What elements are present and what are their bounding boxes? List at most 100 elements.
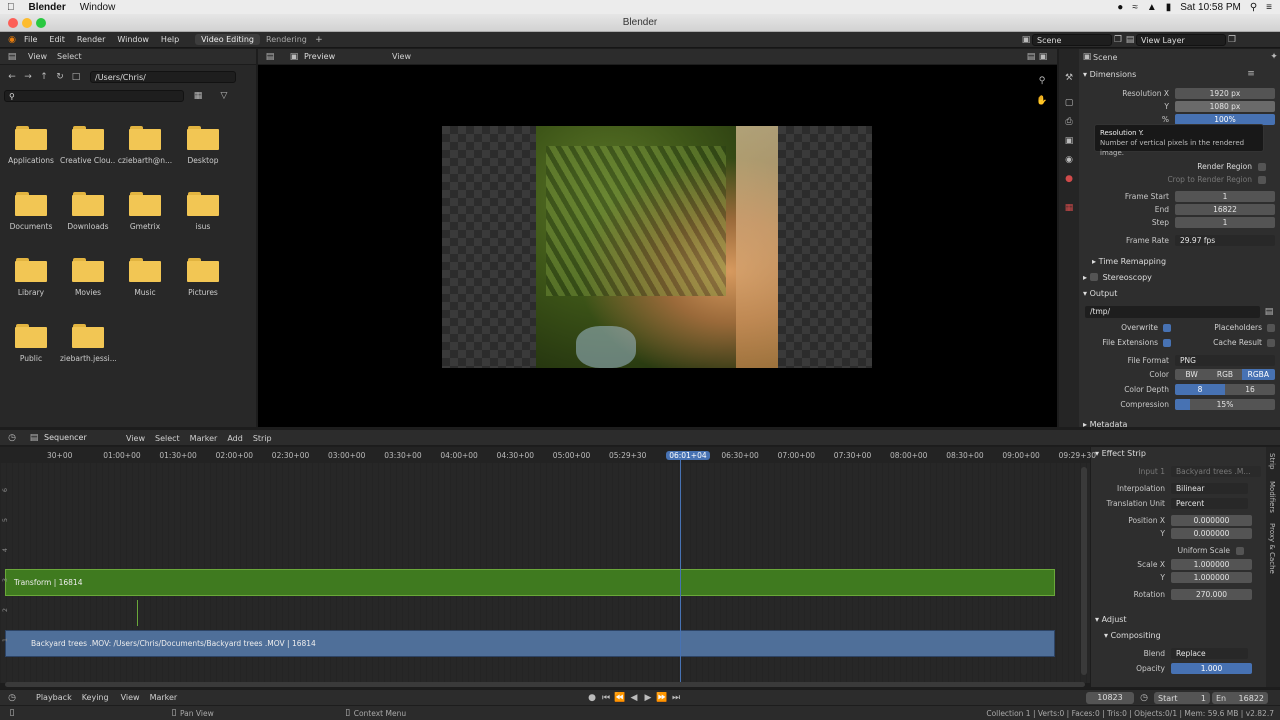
new-view-layer-icon[interactable]: ❐ xyxy=(1226,34,1238,46)
parent-dir-icon[interactable]: ↑ xyxy=(38,71,50,83)
folder-item[interactable]: ziebarth.jessi... xyxy=(60,324,116,363)
dimensions-header[interactable]: ▾ Dimensions xyxy=(1083,67,1136,81)
current-frame-indicator[interactable]: 06:01+04 xyxy=(666,451,710,460)
back-arrow-icon[interactable]: ← xyxy=(6,71,18,83)
folder-item[interactable]: Pictures xyxy=(175,258,231,297)
wifi-icon[interactable]: ≈ xyxy=(1132,2,1138,13)
gizmo-icon[interactable]: ▣ xyxy=(1037,51,1049,63)
scale-x-field[interactable]: 1.000000 xyxy=(1171,559,1252,570)
preview-menu-view[interactable]: View xyxy=(392,52,411,61)
render-tab-icon[interactable]: ▢ xyxy=(1063,97,1075,109)
folder-item[interactable]: Public xyxy=(3,324,59,363)
color-bw-button[interactable]: BW xyxy=(1175,369,1209,380)
scale-y-field[interactable]: 1.000000 xyxy=(1171,572,1252,583)
mac-window-menu[interactable]: Window xyxy=(73,2,123,13)
start-frame-field[interactable]: Start 1 xyxy=(1154,692,1210,704)
depth-8-button[interactable]: 8 xyxy=(1175,384,1225,395)
timeline-menu-keying[interactable]: Keying xyxy=(82,693,109,702)
output-tab-icon[interactable]: ⎙ xyxy=(1063,116,1075,128)
new-scene-icon[interactable]: ❐ xyxy=(1112,34,1124,46)
frame-step-field[interactable]: 1 xyxy=(1175,217,1275,228)
resolution-y-field[interactable]: 1080 px xyxy=(1175,101,1275,112)
add-workspace-icon[interactable]: + xyxy=(313,34,325,46)
frame-start-field[interactable]: 1 xyxy=(1175,191,1275,202)
seq-menu-select[interactable]: Select xyxy=(155,434,180,443)
render-region-checkbox[interactable] xyxy=(1258,162,1266,171)
sequencer-editor-icon[interactable]: ▤ xyxy=(28,432,40,444)
crop-region-checkbox[interactable] xyxy=(1258,175,1266,184)
adjust-header[interactable]: ▾ Adjust xyxy=(1095,612,1127,626)
view-layer-icon[interactable]: ▤ xyxy=(1124,34,1136,46)
compositing-header[interactable]: ▾ Compositing xyxy=(1104,628,1161,642)
preview-mode-icon[interactable]: ▣ xyxy=(288,51,300,63)
view-layer-selector[interactable]: View Layer xyxy=(1136,34,1226,46)
scene-icon[interactable]: ▣ xyxy=(1020,34,1032,46)
editor-type-icon[interactable]: ▤ xyxy=(264,51,276,63)
jump-start-icon[interactable]: ⏮ xyxy=(600,692,612,704)
blend-dropdown[interactable]: Replace xyxy=(1171,648,1248,659)
end-frame-field[interactable]: En 16822 xyxy=(1212,692,1268,704)
mic-icon[interactable]: ● xyxy=(1117,2,1123,13)
zoom-window-icon[interactable] xyxy=(36,18,46,28)
transform-strip[interactable]: Transform | 16814 xyxy=(5,569,1055,596)
tab-proxy-cache[interactable]: Proxy & Cache xyxy=(1268,523,1276,574)
timer-icon[interactable]: ◷ xyxy=(6,432,18,444)
tool-tab-icon[interactable]: ⚒ xyxy=(1063,72,1075,84)
folder-item[interactable]: Music xyxy=(117,258,173,297)
translation-unit-dropdown[interactable]: Percent xyxy=(1171,498,1248,509)
rotation-field[interactable]: 270.000 xyxy=(1171,589,1252,600)
cache-result-checkbox[interactable] xyxy=(1267,338,1275,347)
presets-icon[interactable]: ≡ xyxy=(1245,68,1257,80)
view-layer-tab-icon[interactable]: ▣ xyxy=(1063,135,1075,147)
stereoscopy-checkbox[interactable] xyxy=(1089,273,1098,281)
resolution-x-field[interactable]: 1920 px xyxy=(1175,88,1275,99)
tab-strip[interactable]: Strip xyxy=(1268,453,1276,469)
file-extensions-checkbox[interactable] xyxy=(1163,338,1171,347)
folder-item[interactable]: Library xyxy=(3,258,59,297)
folder-item[interactable]: Desktop xyxy=(175,126,231,165)
position-x-field[interactable]: 0.000000 xyxy=(1171,515,1252,526)
filter-icon[interactable]: ▽ xyxy=(218,90,230,102)
mac-app-menu[interactable]: Blender xyxy=(22,2,73,13)
apple-icon[interactable]:  xyxy=(0,2,22,13)
tab-modifiers[interactable]: Modifiers xyxy=(1268,481,1276,513)
movie-strip[interactable]: Backyard trees .MOV: /Users/Chris/Docume… xyxy=(5,630,1055,657)
interpolation-dropdown[interactable]: Bilinear xyxy=(1171,483,1248,494)
compression-slider[interactable]: 15% xyxy=(1175,399,1275,410)
clock-icon[interactable]: ◷ xyxy=(1138,692,1150,704)
seq-menu-strip[interactable]: Strip xyxy=(253,434,272,443)
menu-window[interactable]: Window xyxy=(111,35,155,44)
file-search-input[interactable]: ⚲ xyxy=(4,90,184,102)
color-rgba-button[interactable]: RGBA xyxy=(1241,369,1275,380)
color-rgb-button[interactable]: RGB xyxy=(1208,369,1242,380)
fb-menu-view[interactable]: View xyxy=(18,52,57,61)
folder-item[interactable]: Movies xyxy=(60,258,116,297)
pin-icon[interactable]: ✦ xyxy=(1268,51,1280,63)
seq-menu-view[interactable]: View xyxy=(126,434,145,443)
frame-rate-dropdown[interactable]: 29.97 fps xyxy=(1175,235,1275,246)
close-window-icon[interactable] xyxy=(8,18,18,28)
output-header[interactable]: ▾ Output xyxy=(1083,286,1117,300)
folder-item[interactable]: Documents xyxy=(3,192,59,231)
folder-item[interactable]: Downloads xyxy=(60,192,116,231)
battery-icon[interactable]: ▮ xyxy=(1166,2,1172,13)
frame-end-field[interactable]: 16822 xyxy=(1175,204,1275,215)
menu-edit[interactable]: Edit xyxy=(43,35,71,44)
opacity-slider[interactable]: 1.000 xyxy=(1171,663,1252,674)
refresh-icon[interactable]: ↻ xyxy=(54,71,66,83)
forward-arrow-icon[interactable]: → xyxy=(22,71,34,83)
world-tab-icon[interactable]: ● xyxy=(1063,173,1075,185)
seq-menu-marker[interactable]: Marker xyxy=(190,434,218,443)
stereoscopy-header[interactable]: ▸ Stereoscopy xyxy=(1083,270,1152,284)
uniform-scale-checkbox[interactable] xyxy=(1236,546,1244,555)
play-icon[interactable]: ▶ xyxy=(642,692,654,704)
playhead-line[interactable] xyxy=(680,460,681,682)
spotlight-icon[interactable]: ⚲ xyxy=(1250,2,1257,13)
prev-keyframe-icon[interactable]: ⏪ xyxy=(614,692,626,704)
play-reverse-icon[interactable]: ◀ xyxy=(628,692,640,704)
input-field[interactable]: Backyard trees .M... xyxy=(1171,466,1261,477)
record-icon[interactable]: ● xyxy=(586,692,598,704)
timeline-editor-icon[interactable]: ◷ xyxy=(6,692,18,704)
volume-icon[interactable]: ▲ xyxy=(1147,2,1157,13)
depth-16-button[interactable]: 16 xyxy=(1225,384,1275,395)
